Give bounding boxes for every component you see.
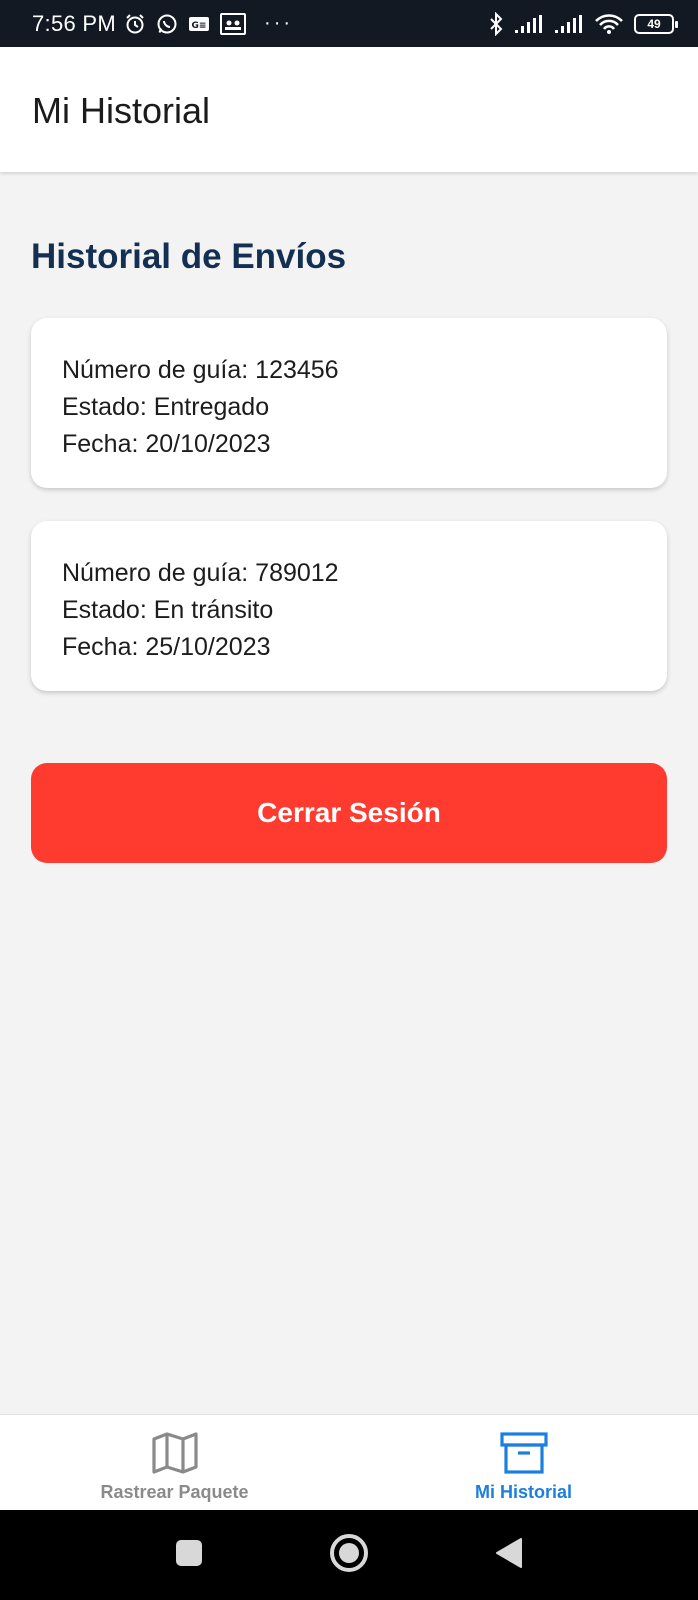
bottom-tab-bar: Rastrear Paquete Mi Historial — [0, 1414, 698, 1510]
system-nav-bar — [0, 1510, 698, 1600]
map-icon — [151, 1430, 199, 1476]
alarm-icon — [124, 13, 146, 35]
status-bar: 7:56 PM G≡ ··· 49 — [0, 0, 698, 47]
logout-button[interactable]: Cerrar Sesión — [31, 763, 667, 863]
tab-rastrear-paquete[interactable]: Rastrear Paquete — [0, 1415, 349, 1510]
recent-apps-button[interactable] — [109, 1539, 269, 1572]
tab-mi-historial[interactable]: Mi Historial — [349, 1415, 698, 1510]
battery-icon: 49 — [634, 13, 678, 34]
shipment-card: Número de guía: 789012 Estado: En tránsi… — [31, 521, 667, 691]
wifi-icon — [594, 13, 624, 35]
app-header: Mi Historial — [0, 47, 698, 172]
back-triangle-icon — [495, 1537, 523, 1574]
shipment-tracking-number: Número de guía: 789012 — [62, 559, 339, 587]
status-overflow-dots: ··· — [264, 12, 294, 34]
shipment-status: Estado: En tránsito — [62, 596, 274, 624]
signal-icon — [554, 14, 584, 34]
tab-label: Mi Historial — [474, 1482, 572, 1502]
shipment-status: Estado: Entregado — [62, 393, 270, 421]
shipment-date: Fecha: 20/10/2023 — [62, 430, 271, 458]
shipment-card: Número de guía: 123456 Estado: Entregado… — [31, 318, 667, 488]
status-time: 7:56 PM — [32, 10, 117, 36]
back-button[interactable] — [429, 1537, 589, 1574]
contacts-icon — [220, 12, 247, 35]
square-icon — [175, 1539, 203, 1572]
archive-icon — [499, 1430, 548, 1476]
g-badge-icon: G≡ — [188, 15, 210, 33]
home-button[interactable] — [269, 1533, 429, 1578]
whatsapp-icon — [156, 13, 178, 35]
svg-text:G≡: G≡ — [192, 21, 207, 31]
tab-label: Rastrear Paquete — [100, 1482, 249, 1502]
status-left-icons: G≡ ··· — [124, 12, 293, 35]
bluetooth-icon — [488, 11, 504, 36]
section-title: Historial de Envíos — [31, 237, 347, 276]
shipment-date: Fecha: 25/10/2023 — [62, 633, 271, 661]
page-title: Mi Historial — [32, 89, 211, 131]
shipment-tracking-number: Número de guía: 123456 — [62, 356, 339, 384]
status-right-icons: 49 — [488, 11, 678, 36]
signal-icon — [514, 14, 544, 34]
circle-icon — [329, 1533, 369, 1578]
